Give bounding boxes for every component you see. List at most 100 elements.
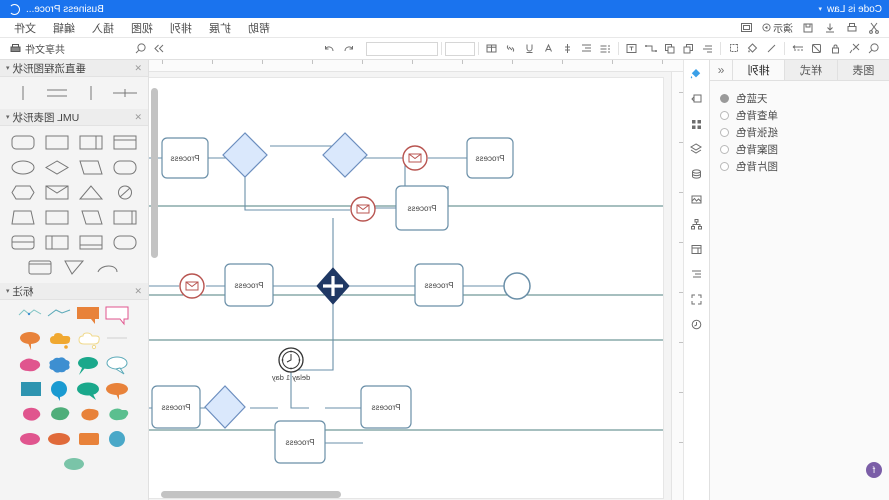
save-icon[interactable] [802,21,815,34]
layers-icon[interactable] [688,141,706,157]
callout-shape[interactable] [105,405,131,427]
option-row[interactable]: 天蓝色 [720,90,879,107]
chevron-down-icon[interactable]: ▾ [6,287,10,295]
callout-shape[interactable] [76,330,102,352]
callout-shape[interactable] [105,380,131,402]
shape-item[interactable] [59,256,90,278]
shape-item[interactable] [76,231,107,253]
option-row[interactable]: 单查背色 [720,107,879,124]
tools-icon[interactable] [845,39,864,58]
redo-icon[interactable] [320,39,339,58]
callout-shape[interactable] [76,380,102,402]
callout-shape[interactable] [47,355,73,377]
radio-icon[interactable] [720,128,729,137]
shape-item[interactable] [110,156,141,178]
outline-icon[interactable] [688,266,706,282]
vertical-scrollbar[interactable] [151,88,158,258]
chevron-down-icon[interactable]: ▾ [6,64,10,72]
delete-icon[interactable] [807,39,826,58]
fullscreen-expand-icon[interactable] [688,291,706,307]
font-color-icon[interactable] [539,39,558,58]
shape-section-header[interactable]: ✕ UML 图表形状 ▾ [0,109,148,126]
tree-icon[interactable] [688,216,706,232]
shape-item[interactable] [76,206,107,228]
shape-item[interactable] [76,181,107,203]
canvas-area[interactable]: Process Process Process Process Process … [149,60,683,500]
callout-shape[interactable] [47,305,73,327]
shape-item[interactable] [42,82,73,104]
chevron-down-icon[interactable]: ▾ [818,5,822,13]
callout-shape[interactable] [47,405,73,427]
list-icon[interactable] [596,39,615,58]
shape-item[interactable] [110,131,141,153]
shape-item[interactable] [42,206,73,228]
print-icon[interactable] [846,21,859,34]
diagram-page[interactable]: Process Process Process Process Process … [149,78,663,498]
horizontal-scrollbar[interactable] [161,491,341,498]
bring-front-icon[interactable] [679,39,698,58]
avatar[interactable]: f [866,462,882,478]
callout-shape[interactable] [47,430,73,452]
grid-icon[interactable] [688,116,706,132]
option-row[interactable]: 纸张背色 [720,124,879,141]
option-row[interactable]: 图案背色 [720,141,879,158]
callout-shape[interactable] [18,430,44,452]
callout-shape[interactable] [105,330,131,352]
menu-item-extras[interactable]: 扩展 [209,20,231,36]
callout-shape[interactable] [76,305,102,327]
shape-item[interactable] [8,206,39,228]
shape-item[interactable] [8,82,39,104]
radio-icon[interactable] [720,94,729,103]
shape-item[interactable] [110,181,141,203]
menu-item-help[interactable]: 帮助 [248,20,270,36]
callout-shape[interactable] [61,455,87,477]
menu-item-insert[interactable]: 插入 [92,20,114,36]
present-button[interactable]: 演示 [762,20,793,35]
business-process-diagram[interactable]: Process Process Process Process Process … [149,78,663,498]
tab-diagram[interactable]: 图表 [836,60,889,80]
menu-item-edit[interactable]: 编辑 [53,20,75,36]
lock-icon[interactable] [826,39,845,58]
clock-history-icon[interactable] [688,316,706,332]
chevron-down-icon[interactable]: ▾ [6,113,10,121]
cut-icon[interactable] [868,21,881,34]
radio-icon[interactable] [720,111,729,120]
underline-icon[interactable] [520,39,539,58]
link-icon[interactable] [501,39,520,58]
callout-shape[interactable] [18,405,44,427]
vertical-align-icon[interactable] [558,39,577,58]
align-left-icon[interactable] [577,39,596,58]
callout-shape[interactable] [105,355,131,377]
fullscreen-icon[interactable] [740,21,753,34]
canvas-sheet[interactable]: Process Process Process Process Process … [149,72,671,500]
arrow-style-icon[interactable] [788,39,807,58]
chevron-double-icon[interactable]: « [710,60,733,80]
callout-shape[interactable] [18,355,44,377]
tab-arrange[interactable]: 排列 [732,60,785,80]
shape-item[interactable] [8,156,39,178]
shape-item[interactable] [42,181,73,203]
callout-shape[interactable] [76,405,102,427]
callout-shape[interactable] [47,330,73,352]
shape-item[interactable] [110,206,141,228]
shape-item[interactable] [76,82,107,104]
search-icon[interactable] [864,39,883,58]
fill-color-icon[interactable] [743,39,762,58]
callout-shape[interactable] [76,430,102,452]
shapes-icon[interactable] [688,91,706,107]
callout-shape[interactable] [18,330,44,352]
search-canvas-icon[interactable] [131,39,150,58]
shape-section-header[interactable]: ✕ 标注 ▾ [0,283,148,300]
shape-item[interactable] [8,181,39,203]
shape-item[interactable] [76,131,107,153]
shape-item[interactable] [42,156,73,178]
share-label[interactable]: 共享文件 [25,41,65,56]
shape-item[interactable] [93,256,124,278]
shape-item[interactable] [42,131,73,153]
shadow-icon[interactable] [724,39,743,58]
shape-item[interactable] [25,256,56,278]
callout-shape[interactable] [76,355,102,377]
database-icon[interactable] [688,166,706,182]
line-icon[interactable] [762,39,781,58]
download-icon[interactable] [824,21,837,34]
